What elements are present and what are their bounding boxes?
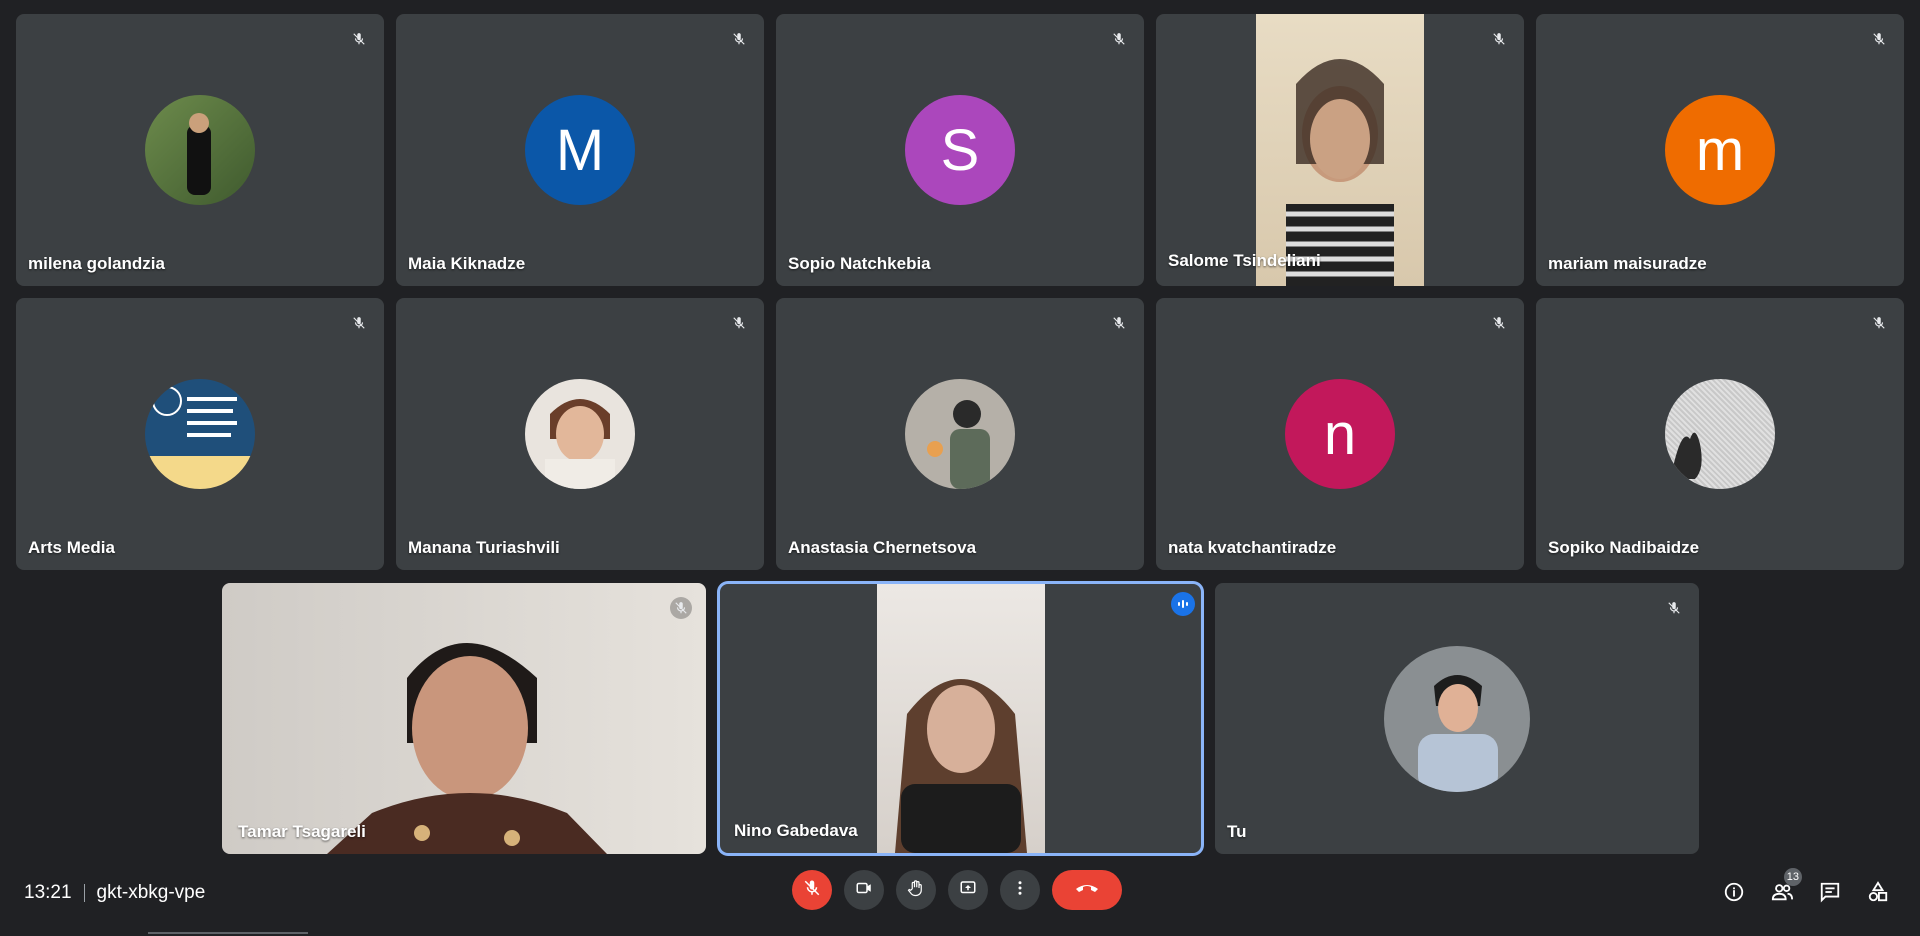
mic-off-icon [348, 312, 370, 334]
participant-video [877, 584, 1045, 853]
avatar [1665, 379, 1775, 489]
meeting-toolbar: 13:21 gkt-xbkg-vpe 13 [0, 858, 1920, 936]
mic-off-icon [1663, 597, 1685, 619]
participant-tile[interactable]: S Sopio Natchkebia [776, 14, 1144, 286]
present-screen-icon [959, 879, 977, 902]
participant-name: nata kvatchantiradze [1168, 538, 1337, 557]
participant-tile[interactable]: Arts Media [16, 298, 384, 570]
participant-tile[interactable]: Tamar Tsagareli [222, 583, 706, 854]
activities-icon [1867, 880, 1889, 908]
mic-toggle-button[interactable] [792, 870, 832, 910]
activities-button[interactable] [1860, 876, 1896, 912]
people-button[interactable]: 13 [1764, 868, 1802, 912]
mic-off-icon [1868, 28, 1890, 50]
participant-name: Manana Turiashvili [408, 538, 560, 557]
participant-tile[interactable]: m mariam maisuradze [1536, 14, 1904, 286]
participant-tile[interactable]: Sopiko Nadibaidze [1536, 298, 1904, 570]
participant-tile[interactable]: Salome Tsindeliani [1156, 14, 1524, 286]
avatar [145, 95, 255, 205]
avatar-initial: n [1323, 401, 1357, 467]
mic-off-icon [1488, 312, 1510, 334]
participant-name: Anastasia Chernetsova [788, 538, 977, 557]
participant-tile[interactable]: M Maia Kiknadze [396, 14, 764, 286]
participant-tile[interactable]: milena golandzia [16, 14, 384, 286]
camera-icon [855, 879, 873, 902]
mic-off-icon [1108, 312, 1130, 334]
mic-off-icon [803, 879, 821, 902]
participant-tile-self[interactable]: Tu [1215, 583, 1699, 854]
chat-button[interactable] [1812, 876, 1848, 912]
meeting-details: 13:21 gkt-xbkg-vpe [24, 882, 205, 904]
avatar: m [1665, 95, 1775, 205]
avatar: M [525, 95, 635, 205]
more-options-button[interactable] [1000, 870, 1040, 910]
raise-hand-button[interactable] [896, 870, 936, 910]
current-time: 13:21 [24, 882, 72, 903]
mic-off-icon [728, 312, 750, 334]
speaking-indicator-icon [1171, 592, 1195, 616]
mic-off-icon [1108, 28, 1130, 50]
participant-name: Tu [1227, 822, 1247, 841]
camera-toggle-button[interactable] [844, 870, 884, 910]
meeting-info-button[interactable] [1716, 876, 1752, 912]
participant-tile[interactable]: Manana Turiashvili [396, 298, 764, 570]
mic-off-icon [348, 28, 370, 50]
participant-name: Nino Gabedava [734, 821, 858, 840]
avatar [525, 379, 635, 489]
end-call-icon [1074, 881, 1100, 900]
participant-name: Tamar Tsagareli [238, 822, 366, 841]
participant-name: milena golandzia [28, 254, 165, 273]
avatar: S [905, 95, 1015, 205]
participant-name: mariam maisuradze [1548, 254, 1707, 273]
avatar-initial: M [555, 117, 605, 183]
participant-name: Arts Media [28, 538, 115, 557]
avatar-initial: S [940, 117, 980, 183]
participant-tile-active-speaker[interactable]: Nino Gabedava [720, 584, 1201, 853]
divider [83, 884, 85, 902]
meeting-code: gkt-xbkg-vpe [96, 882, 206, 903]
participant-name: Sopiko Nadibaidze [1548, 538, 1700, 557]
mic-off-icon [670, 597, 692, 619]
participant-video [1256, 14, 1424, 286]
raise-hand-icon [907, 879, 925, 902]
leave-call-button[interactable] [1052, 870, 1122, 910]
chat-icon [1819, 881, 1841, 908]
mic-off-icon [1868, 312, 1890, 334]
participant-name: Maia Kiknadze [408, 254, 526, 273]
more-options-icon [1011, 879, 1029, 902]
avatar [905, 379, 1015, 489]
mic-off-icon [728, 28, 750, 50]
participant-count-badge: 13 [1783, 868, 1802, 886]
participant-tile[interactable]: Anastasia Chernetsova [776, 298, 1144, 570]
avatar: n [1285, 379, 1395, 489]
present-screen-button[interactable] [948, 870, 988, 910]
scroll-indicator [148, 932, 308, 934]
info-icon [1723, 881, 1745, 908]
participant-video [222, 583, 706, 854]
participant-name: Salome Tsindeliani [1168, 251, 1321, 270]
avatar [1384, 645, 1530, 792]
participant-name: Sopio Natchkebia [788, 254, 931, 273]
participant-tile[interactable]: n nata kvatchantiradze [1156, 298, 1524, 570]
avatar [145, 379, 255, 489]
avatar-initial: m [1695, 117, 1745, 183]
mic-off-icon [1488, 28, 1510, 50]
